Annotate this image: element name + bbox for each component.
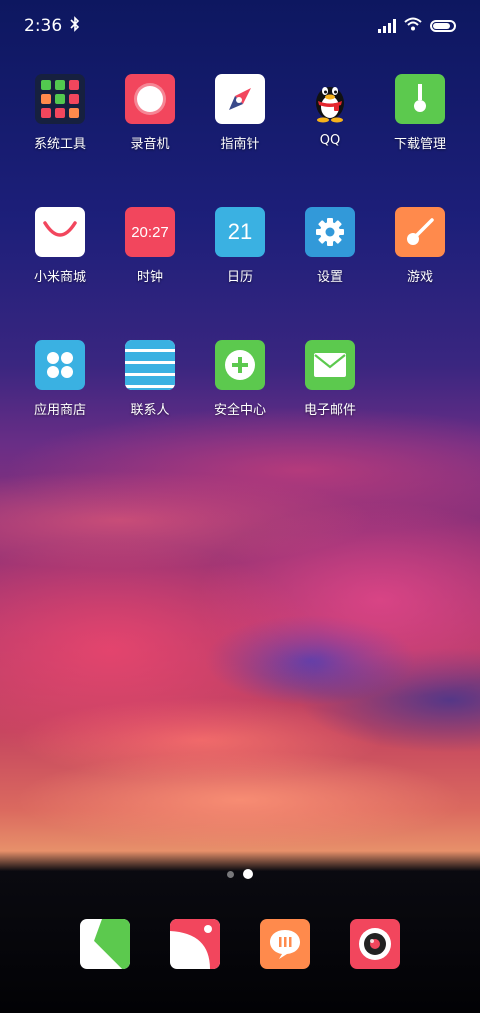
app-calendar[interactable]: 21 日历: [195, 207, 285, 340]
calendar-icon[interactable]: 21: [215, 207, 265, 257]
clock-icon-time: 20:27: [131, 223, 169, 241]
app-store-icon[interactable]: [35, 340, 85, 390]
app-app-store[interactable]: 应用商店: [15, 340, 105, 473]
app-label: QQ: [319, 133, 341, 148]
battery-icon: [430, 20, 456, 32]
app-system-tools[interactable]: 系统工具: [15, 74, 105, 207]
camera-icon[interactable]: [350, 919, 400, 969]
app-grid: 系统工具 录音机 指南针 QQ 下载管理 小米商城 20:27 时钟 21 日历…: [0, 74, 480, 473]
qq-penguin-icon[interactable]: [305, 74, 355, 124]
dock: [0, 919, 480, 969]
app-clock[interactable]: 20:27 时钟: [105, 207, 195, 340]
page-dot-active[interactable]: [243, 869, 253, 879]
app-label: 下载管理: [393, 137, 446, 152]
app-qq[interactable]: QQ: [285, 74, 375, 207]
folder-preview-app-icon: [41, 80, 51, 90]
app-label: 指南针: [220, 137, 260, 152]
app-label: 系统工具: [33, 137, 86, 152]
status-time: 2:36: [24, 16, 63, 36]
page-dot[interactable]: [227, 870, 234, 878]
folder-preview-app-icon: [55, 94, 65, 104]
phone-icon[interactable]: [80, 919, 130, 969]
folder-preview-app-icon: [41, 108, 51, 118]
browser-icon[interactable]: [170, 919, 220, 969]
page-indicator[interactable]: [0, 869, 480, 879]
app-label: 设置: [316, 270, 343, 285]
status-bar[interactable]: 2:36: [0, 0, 480, 52]
app-label: 电子邮件: [303, 403, 356, 418]
calendar-icon-day: 21: [227, 219, 253, 244]
mi-store-icon[interactable]: [35, 207, 85, 257]
contacts-icon[interactable]: [125, 340, 175, 390]
folder-preview-app-icon: [55, 80, 65, 90]
mail-icon[interactable]: [305, 340, 355, 390]
app-label: 应用商店: [33, 403, 86, 418]
recorder-icon[interactable]: [125, 74, 175, 124]
wifi-icon: [404, 16, 422, 36]
app-label: 联系人: [130, 403, 170, 418]
battery-level: [433, 23, 450, 29]
security-plus-icon[interactable]: [215, 340, 265, 390]
app-mi-store[interactable]: 小米商城: [15, 207, 105, 340]
app-label: 日历: [226, 270, 253, 285]
app-label: 时钟: [136, 270, 163, 285]
download-icon[interactable]: [395, 74, 445, 124]
cellular-signal-icon: [378, 19, 396, 33]
bluetooth-icon: [70, 15, 80, 37]
folder-preview-app-icon: [69, 80, 79, 90]
folder-icon[interactable]: [35, 74, 85, 124]
messages-icon[interactable]: [260, 919, 310, 969]
app-label: 游戏: [406, 270, 433, 285]
folder-preview-app-icon: [55, 108, 65, 118]
app-compass[interactable]: 指南针: [195, 74, 285, 207]
app-row: 小米商城 20:27 时钟 21 日历 设置 游戏: [0, 207, 480, 340]
folder-preview-app-icon: [41, 94, 51, 104]
clock-icon[interactable]: 20:27: [125, 207, 175, 257]
app-contacts[interactable]: 联系人: [105, 340, 195, 473]
app-recorder[interactable]: 录音机: [105, 74, 195, 207]
app-label: 小米商城: [33, 270, 86, 285]
app-row: 系统工具 录音机 指南针 QQ 下载管理: [0, 74, 480, 207]
app-label: 录音机: [130, 137, 170, 152]
app-games[interactable]: 游戏: [375, 207, 465, 340]
app-email[interactable]: 电子邮件: [285, 340, 375, 473]
folder-preview-app-icon: [69, 94, 79, 104]
app-security-center[interactable]: 安全中心: [195, 340, 285, 473]
folder-preview-app-icon: [69, 108, 79, 118]
game-icon[interactable]: [395, 207, 445, 257]
app-settings[interactable]: 设置: [285, 207, 375, 340]
compass-icon[interactable]: [215, 74, 265, 124]
app-download-manager[interactable]: 下载管理: [375, 74, 465, 207]
gear-icon[interactable]: [305, 207, 355, 257]
app-label: 安全中心: [213, 403, 266, 418]
app-row: 应用商店 联系人 安全中心 电子邮件: [0, 340, 480, 473]
